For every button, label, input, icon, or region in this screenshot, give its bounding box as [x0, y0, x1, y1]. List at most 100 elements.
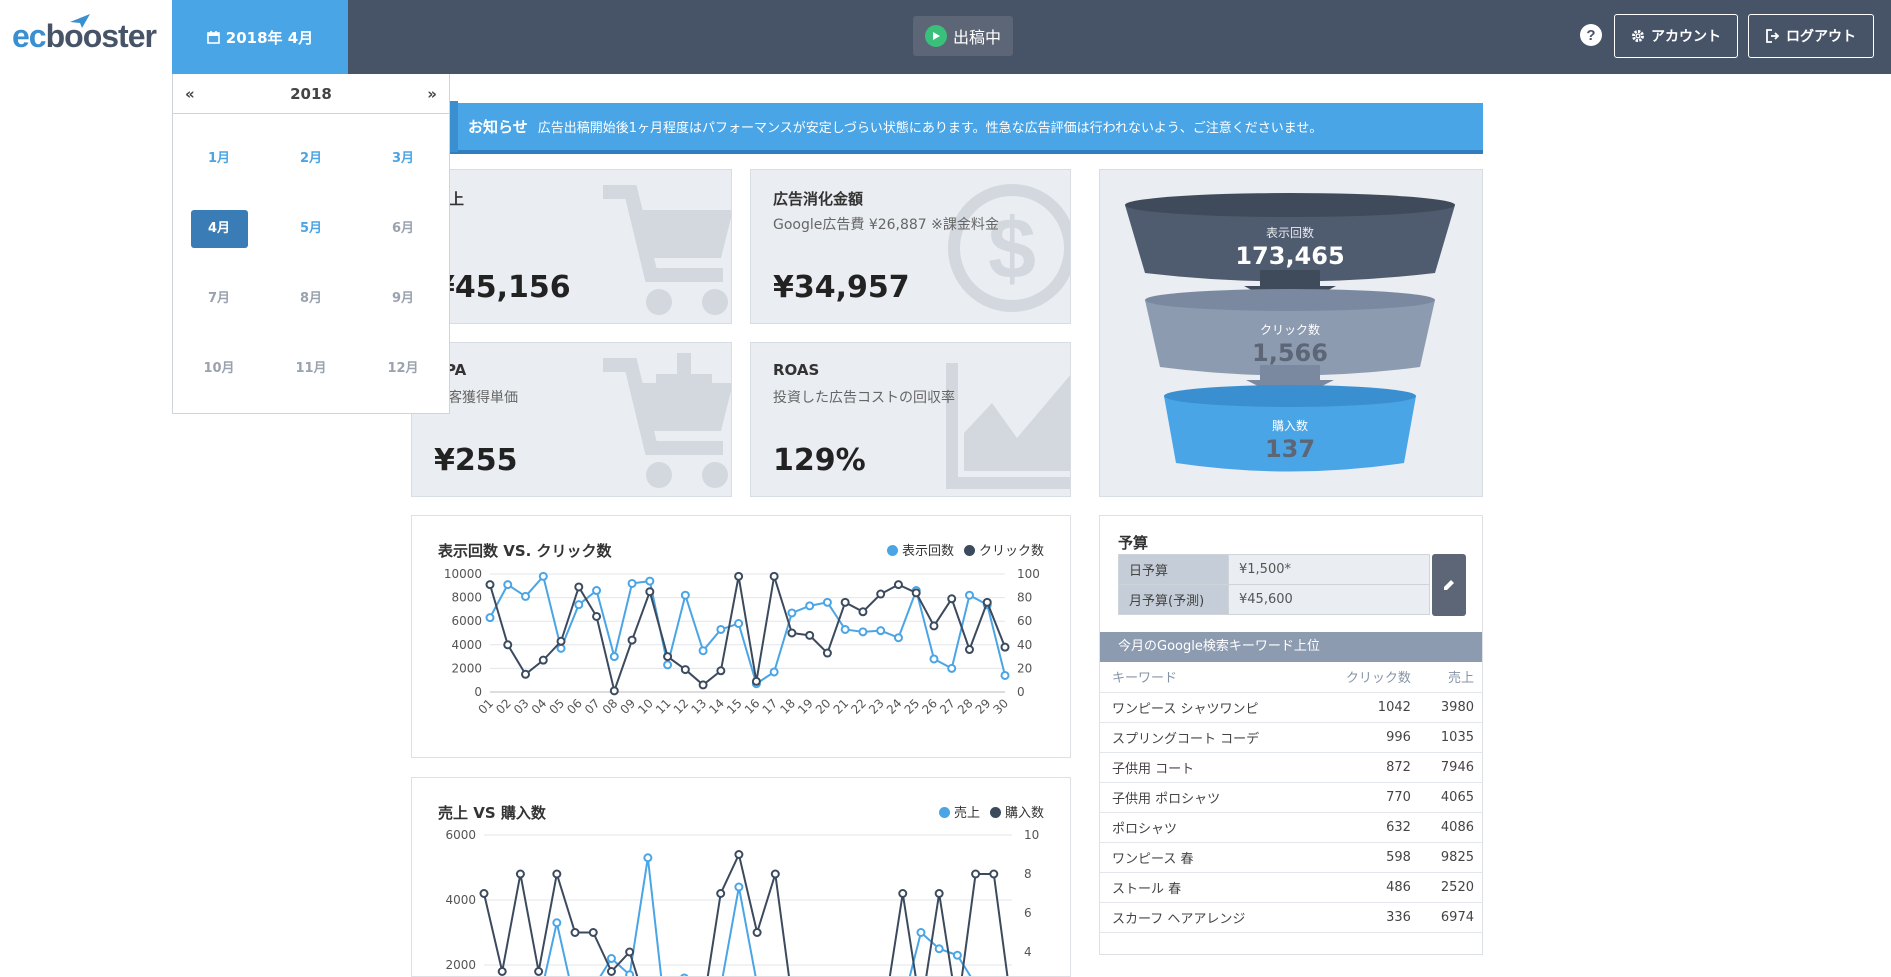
kpi-value: ¥45,156	[434, 270, 571, 305]
data-point	[893, 633, 903, 643]
data-point	[989, 869, 999, 879]
clicks-cell: 770	[1314, 782, 1419, 813]
sales-cell: 9825	[1418, 842, 1482, 873]
logout-button[interactable]: ログアウト	[1748, 14, 1874, 58]
month-option[interactable]: 5月	[265, 194, 357, 264]
y-tick-label: 10000	[444, 567, 482, 581]
month-option[interactable]: 3月	[357, 124, 449, 194]
table-row: 子供用 コート 872 7946	[1100, 752, 1482, 783]
month-picker-dropdown: « 2018 » 1月 2月 3月 4月 5月 6月 7月 8月 9月 10月 …	[172, 74, 450, 414]
data-point	[751, 676, 761, 686]
data-point	[606, 967, 616, 976]
prev-year-button[interactable]: «	[185, 85, 195, 103]
data-point	[787, 628, 797, 638]
month-option-selected[interactable]: 4月	[173, 194, 265, 264]
budget-value: ¥45,600	[1228, 584, 1430, 615]
kpi-cpa-card: CPA 顧客獲得単価 ¥255	[411, 342, 732, 497]
data-point	[574, 600, 584, 610]
play-icon	[924, 25, 947, 47]
keywords-table: キーワード クリック数 売上 ワンピース シャツワンピ 1042 3980 スプリン…	[1100, 662, 1482, 933]
month-option[interactable]: 12月	[357, 334, 449, 404]
month-option-label: 12月	[387, 361, 419, 376]
ad-status-button[interactable]: 出稿中	[913, 16, 1013, 56]
funnel-clicks-value: 1,566	[1252, 339, 1328, 367]
y-tick-label: 6000	[445, 828, 476, 842]
paper-plane-icon	[70, 14, 90, 28]
table-row: ワンピース シャツワンピ 1042 3980	[1100, 692, 1482, 723]
month-option[interactable]: 7月	[173, 264, 265, 334]
data-point	[971, 869, 981, 879]
column-header[interactable]: キーワード	[1100, 662, 1315, 693]
data-point	[947, 594, 957, 604]
month-option[interactable]: 10月	[173, 334, 265, 404]
y2-tick-label: 80	[1017, 591, 1032, 605]
month-option[interactable]: 2月	[265, 124, 357, 194]
impressions-clicks-chart-card: 表示回数 VS. クリック数 表示回数 クリック数 10000 8000 6000 4…	[411, 515, 1071, 758]
top-navbar: ecbooster 2018年 4月 出稿中 ? アカウント ログアウト	[0, 0, 1891, 74]
clicks-cell: 336	[1314, 902, 1419, 933]
sales-cell: 6974	[1418, 902, 1482, 933]
data-point	[609, 652, 619, 662]
area-chart-icon	[946, 363, 1070, 489]
column-header[interactable]: 売上	[1418, 662, 1482, 693]
data-point	[911, 588, 921, 598]
table-row: スプリングコート コーデ 996 1035	[1100, 722, 1482, 753]
month-option[interactable]: 1月	[173, 124, 265, 194]
month-selector-button[interactable]: 2018年 4月	[172, 0, 348, 74]
data-point	[609, 686, 619, 696]
data-point	[485, 613, 495, 623]
data-point	[515, 869, 525, 879]
cart-icon	[603, 185, 731, 315]
data-point	[538, 571, 548, 581]
budget-value: ¥1,500*	[1228, 554, 1430, 585]
y-tick-label: 2000	[445, 958, 476, 972]
data-point	[556, 636, 566, 646]
sign-out-icon	[1766, 29, 1780, 43]
picker-year[interactable]: 2018	[290, 85, 332, 103]
logo-booster: booster	[45, 18, 157, 54]
x-tick-label: 30	[990, 696, 1011, 717]
month-option[interactable]: 6月	[357, 194, 449, 264]
y2-tick-label: 8	[1024, 867, 1032, 881]
sales-cell: 3980	[1418, 692, 1482, 723]
y-tick-label: 2000	[451, 661, 482, 675]
month-option[interactable]: 9月	[357, 264, 449, 334]
data-point	[698, 680, 708, 690]
next-year-button[interactable]: »	[427, 85, 437, 103]
data-point	[680, 665, 690, 675]
column-header[interactable]: クリック数	[1314, 662, 1419, 693]
help-icon[interactable]: ?	[1580, 24, 1602, 46]
budget-panel: 予算 日予算 ¥1,500* 月予算(予測) ¥45,600 今月のGoogle…	[1099, 515, 1483, 955]
month-option[interactable]: 8月	[265, 264, 357, 334]
month-option-label: 2月	[299, 151, 323, 166]
edit-budget-button[interactable]	[1432, 554, 1466, 616]
kpi-title: 広告消化金額	[773, 190, 864, 208]
month-option-label: 5月	[299, 221, 323, 236]
cart-plus-icon	[603, 353, 731, 488]
account-button[interactable]: アカウント	[1614, 14, 1738, 58]
keyword-cell: 子供用 コート	[1100, 752, 1315, 783]
notice-title: お知らせ	[468, 118, 528, 136]
logo[interactable]: ecbooster	[0, 0, 172, 74]
data-point	[716, 666, 726, 676]
kpi-roas-card: ROAS 投資した広告コストの回収率 129%	[750, 342, 1071, 497]
data-point	[521, 591, 531, 601]
keyword-cell: ワンピース 春	[1100, 842, 1315, 873]
data-point	[503, 640, 513, 650]
y2-tick-label: 0	[1017, 685, 1025, 699]
month-option[interactable]: 11月	[265, 334, 357, 404]
data-point	[534, 967, 544, 976]
month-option-label: 3月	[391, 151, 415, 166]
data-point	[627, 635, 637, 645]
sales-cell: 4065	[1418, 782, 1482, 813]
budget-table: 日予算 ¥1,500* 月予算(予測) ¥45,600	[1118, 554, 1430, 615]
data-point	[497, 967, 507, 976]
data-point	[680, 590, 690, 600]
keyword-cell: スプリングコート コーデ	[1100, 722, 1315, 753]
budget-row: 日予算 ¥1,500*	[1118, 554, 1430, 585]
funnel-graphic: 表示回数 173,465 クリック数 1,566 購入数 137	[1125, 193, 1455, 472]
sales-purchases-chart-card: 売上 VS 購入数 売上 購入数 600040002000108642	[411, 777, 1071, 977]
keyword-cell: ストール 春	[1100, 872, 1315, 903]
y2-tick-label: 6	[1024, 906, 1032, 920]
data-point	[770, 869, 780, 879]
